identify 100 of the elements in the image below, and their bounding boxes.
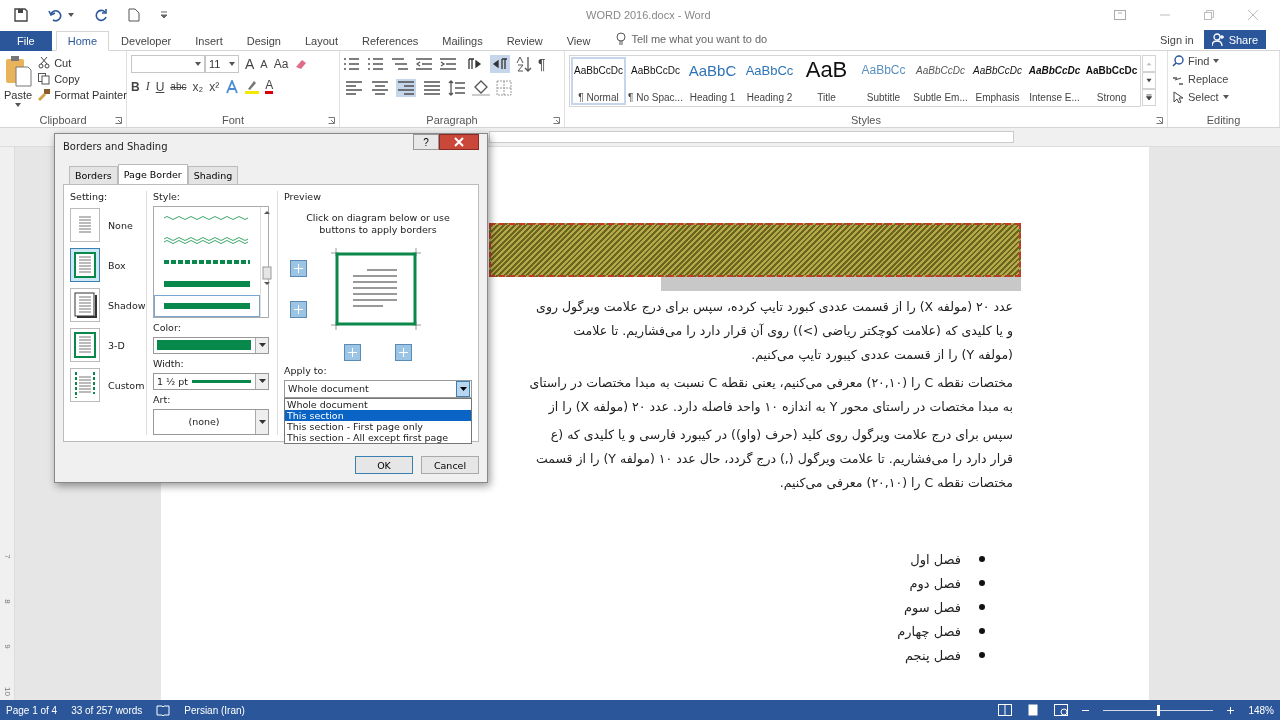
redo-icon[interactable] xyxy=(94,8,108,22)
highlighter-icon[interactable] xyxy=(245,79,260,94)
top-border-icon[interactable] xyxy=(290,259,307,277)
page-count[interactable]: Page 1 of 4 xyxy=(6,704,58,716)
clipboard-command[interactable]: Cut xyxy=(38,57,127,69)
font-color-button[interactable]: A xyxy=(265,79,274,94)
web-layout-icon[interactable] xyxy=(1054,704,1069,716)
editing-command[interactable]: Find xyxy=(1172,55,1275,67)
ribbon-tab[interactable]: References xyxy=(350,31,431,51)
change-case-button[interactable]: Aa xyxy=(273,57,289,71)
setting-option-label[interactable]: None xyxy=(108,219,133,231)
ribbon-tab[interactable]: View xyxy=(554,31,603,51)
dropdown-arrow-icon[interactable] xyxy=(258,343,266,348)
increase-indent-icon[interactable] xyxy=(440,57,458,71)
right-to-left-icon[interactable] xyxy=(490,55,510,73)
shrink-font-button[interactable]: A xyxy=(260,58,268,70)
setting-custom-icon[interactable] xyxy=(70,368,100,402)
ribbon-tab[interactable]: Developer xyxy=(109,31,184,51)
ribbon-tab[interactable]: Design xyxy=(234,31,293,51)
ribbon-tab[interactable]: Review xyxy=(494,31,555,51)
dialog-launcher-icon[interactable] xyxy=(553,116,560,124)
dropdown-option[interactable]: This section - First page only xyxy=(285,420,471,432)
setting-raised-icon[interactable] xyxy=(70,328,100,362)
style-option[interactable]: AaBbC Heading 1 xyxy=(684,56,741,106)
ribbon-tab[interactable]: Home xyxy=(55,31,110,51)
sign-in-link[interactable]: Sign in xyxy=(1150,34,1204,50)
setting-box-icon[interactable] xyxy=(70,248,100,282)
editing-command[interactable]: Replace xyxy=(1172,73,1275,85)
format-button[interactable]: x₂ xyxy=(192,79,204,94)
more-styles-icon[interactable] xyxy=(1141,89,1157,106)
format-button[interactable]: I xyxy=(145,79,150,94)
language-indicator[interactable]: Persian (Iran) xyxy=(184,704,245,716)
dropdown-arrow-icon[interactable] xyxy=(258,419,266,424)
dropdown-option[interactable]: This section xyxy=(285,409,471,421)
font-name-field[interactable] xyxy=(131,55,205,73)
format-button[interactable]: abc xyxy=(170,81,187,92)
dialog-launcher-icon[interactable] xyxy=(115,116,122,124)
paint-bucket-icon[interactable] xyxy=(472,80,490,96)
dialog-tab[interactable]: Page Border xyxy=(117,164,188,184)
art-dropdown[interactable]: (none) xyxy=(153,408,269,435)
width-dropdown[interactable]: 1 ½ pt xyxy=(153,372,269,390)
save-icon[interactable] xyxy=(14,8,28,22)
dialog-launcher-icon[interactable] xyxy=(328,116,335,124)
customize-icon[interactable] xyxy=(160,11,168,19)
grow-font-button[interactable]: A xyxy=(245,56,255,72)
color-dropdown[interactable] xyxy=(153,337,269,354)
style-option[interactable]: AaB Title xyxy=(798,56,855,106)
style-option[interactable]: AaBbCcDc Subtle Em... xyxy=(912,56,969,106)
dropdown-option[interactable]: Whole document xyxy=(285,398,471,410)
sort-icon[interactable] xyxy=(516,56,532,72)
tell-me-search[interactable]: Tell me what you want to do xyxy=(631,33,768,45)
clipboard-command[interactable]: Format Painter xyxy=(38,89,127,101)
ribbon-tab[interactable]: Layout xyxy=(293,31,350,51)
ribbon-display-icon[interactable] xyxy=(1114,10,1126,20)
show-formatting-marks-button[interactable]: ¶ xyxy=(538,56,546,72)
right-border-icon[interactable] xyxy=(395,343,412,361)
format-button[interactable]: U xyxy=(155,79,165,94)
dropdown-arrow-icon[interactable] xyxy=(258,379,266,384)
style-option[interactable]: AaBbCcDc Emphasis xyxy=(969,56,1026,106)
new-document-icon[interactable] xyxy=(128,8,140,22)
clipboard-command[interactable]: Copy xyxy=(38,73,127,85)
align-right-icon[interactable] xyxy=(396,79,416,97)
apply-to-dropdown[interactable]: Whole document xyxy=(284,379,472,398)
style-option[interactable]: AaBbCc Heading 2 xyxy=(741,56,798,106)
bottom-border-icon[interactable] xyxy=(290,300,307,318)
format-button[interactable]: B xyxy=(131,79,140,94)
caret-icon[interactable] xyxy=(68,13,74,17)
dialog-tab[interactable]: Borders xyxy=(69,166,118,184)
dropdown-arrow-icon[interactable] xyxy=(459,386,467,391)
paste-button[interactable]: Paste xyxy=(4,55,33,113)
text-effects-icon[interactable] xyxy=(225,79,240,94)
align-left-icon[interactable] xyxy=(344,79,364,97)
setting-option-label[interactable]: Shadow xyxy=(108,299,146,311)
book-icon[interactable] xyxy=(156,704,171,716)
ribbon-tab[interactable]: Insert xyxy=(183,31,235,51)
setting-option-label[interactable]: Box xyxy=(108,259,126,271)
align-justify-icon[interactable] xyxy=(422,79,442,97)
dropdown-option[interactable]: This section - All except first page xyxy=(285,431,471,443)
dialog-tab[interactable]: Shading xyxy=(187,166,239,184)
decrease-indent-icon[interactable] xyxy=(416,57,434,71)
close-button[interactable] xyxy=(439,134,479,150)
undo-icon[interactable] xyxy=(48,8,64,22)
line-style-thick-option[interactable] xyxy=(154,295,260,317)
align-center-icon[interactable] xyxy=(370,79,390,97)
format-button[interactable]: x² xyxy=(209,79,220,94)
numbering-icon[interactable] xyxy=(368,57,386,71)
word-count[interactable]: 33 of 257 words xyxy=(71,704,143,716)
font-size-field[interactable]: 11 xyxy=(205,55,239,73)
bullets-icon[interactable] xyxy=(344,57,362,71)
share-button[interactable]: Share xyxy=(1203,30,1266,49)
style-option[interactable]: AaBbCc Subtitle xyxy=(855,56,912,106)
setting-shadow-icon[interactable] xyxy=(70,288,100,322)
setting-option-label[interactable]: 3-D xyxy=(108,339,125,351)
style-option[interactable]: AaBbCcDc Strong xyxy=(1083,56,1140,106)
help-button[interactable]: ? xyxy=(413,134,439,150)
dialog-launcher-icon[interactable] xyxy=(1156,116,1163,124)
multilevel-list-icon[interactable] xyxy=(392,57,410,71)
scroll-down-icon[interactable] xyxy=(1141,72,1157,89)
setting-option-label[interactable]: Custom xyxy=(108,379,145,391)
zoom-level[interactable]: 148% xyxy=(1248,704,1274,716)
